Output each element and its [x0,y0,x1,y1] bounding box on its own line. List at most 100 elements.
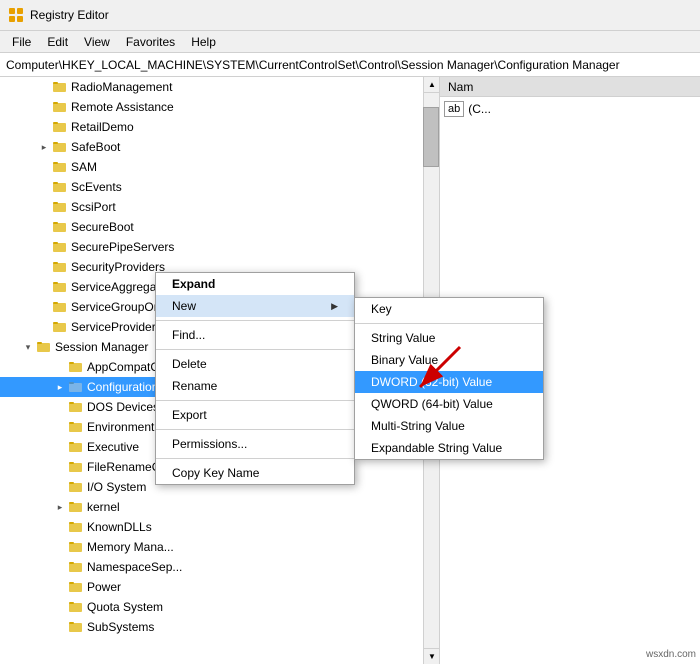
tree-item-radiomanagement[interactable]: RadioManagement [0,77,439,97]
main-content: RadioManagement Remote Assistance Retail… [0,77,700,664]
tree-item-memorymana[interactable]: Memory Mana... [0,537,439,557]
tree-item-scsiport[interactable]: ScsiPort [0,197,439,217]
submenu-divider-1 [355,323,543,324]
menu-favorites[interactable]: Favorites [118,33,183,51]
folder-icon [52,80,68,94]
expand-arrow [52,439,68,455]
tree-item-label: Executive [87,440,139,454]
tree-item-label: SafeBoot [71,140,120,154]
menu-edit[interactable]: Edit [39,33,76,51]
folder-icon [52,320,68,334]
folder-icon [52,140,68,154]
expand-arrow [36,259,52,275]
folder-icon [68,600,84,614]
expand-arrow [52,519,68,535]
tree-item-knowndlls[interactable]: KnownDLLs [0,517,439,537]
tree-item-label: SubSystems [87,620,154,634]
scrollbar-up-button[interactable]: ▲ [424,77,440,93]
submenu-dwordvalue[interactable]: DWORD (32-bit) Value [355,371,543,393]
tree-item-label: ScsiPort [71,200,116,214]
ctx-find[interactable]: Find... [156,324,354,346]
tree-item-secureboot[interactable]: SecureBoot [0,217,439,237]
expand-arrow [36,279,52,295]
submenu-key[interactable]: Key [355,298,543,320]
scrollbar-thumb[interactable] [423,107,439,167]
submenu-multistringvalue[interactable]: Multi-String Value [355,415,543,437]
expand-arrow [36,239,52,255]
window-title: Registry Editor [30,8,109,22]
folder-icon [52,280,68,294]
folder-icon [68,500,84,514]
ctx-permissions[interactable]: Permissions... [156,433,354,455]
ctx-delete[interactable]: Delete [156,353,354,375]
expand-arrow [36,299,52,315]
tree-item-power[interactable]: Power [0,577,439,597]
menu-file[interactable]: File [4,33,39,51]
submenu[interactable]: Key String Value Binary Value DWORD (32-… [354,297,544,460]
context-menu[interactable]: Expand New ▶ Find... Delete Rename Expor… [155,272,355,485]
submenu-arrow-icon: ▶ [331,301,338,312]
tree-item-scevents[interactable]: ScEvents [0,177,439,197]
expand-arrow [52,459,68,475]
tree-item-label: kernel [87,500,120,514]
folder-icon [52,200,68,214]
values-header: Nam [440,77,700,97]
folder-icon [68,400,84,414]
app-icon [8,7,24,23]
tree-item-quotasystem[interactable]: Quota System [0,597,439,617]
folder-icon [52,180,68,194]
submenu-stringvalue[interactable]: String Value [355,327,543,349]
ctx-divider-4 [156,429,354,430]
folder-icon [68,620,84,634]
expand-arrow [20,339,36,355]
ctx-divider-1 [156,320,354,321]
expand-arrow [36,119,52,135]
expand-arrow [36,179,52,195]
expand-arrow [36,219,52,235]
menu-help[interactable]: Help [183,33,224,51]
expand-arrow [36,99,52,115]
tree-item-safeboot[interactable]: SafeBoot [0,137,439,157]
tree-item-securepipeservers[interactable]: SecurePipeServers [0,237,439,257]
tree-item-label: SecureBoot [71,220,134,234]
ab-icon: ab [444,101,464,117]
tree-item-label: Session Manager [55,340,148,354]
tree-item-label: Remote Assistance [71,100,174,114]
tree-item-label: Environment [87,420,154,434]
expand-arrow [52,379,68,395]
tree-item-sam[interactable]: SAM [0,157,439,177]
folder-icon [52,120,68,134]
folder-icon [52,160,68,174]
expand-arrow [52,359,68,375]
tree-item-remoteassistance[interactable]: Remote Assistance [0,97,439,117]
tree-item-subsystems[interactable]: SubSystems [0,617,439,637]
submenu-qwordvalue[interactable]: QWORD (64-bit) Value [355,393,543,415]
title-bar: Registry Editor [0,0,700,31]
ctx-new[interactable]: New ▶ [156,295,354,317]
ctx-copykeyname[interactable]: Copy Key Name [156,462,354,484]
tree-item-label: SecurityProviders [71,260,165,274]
folder-icon [52,260,68,274]
ctx-export[interactable]: Export [156,404,354,426]
expand-arrow [36,79,52,95]
tree-item-namespacesep[interactable]: NamespaceSep... [0,557,439,577]
tree-item-kernel[interactable]: kernel [0,497,439,517]
ctx-divider-2 [156,349,354,350]
submenu-binaryvalue[interactable]: Binary Value [355,349,543,371]
tree-item-label: SAM [71,160,97,174]
ctx-rename[interactable]: Rename [156,375,354,397]
submenu-expandablestringvalue[interactable]: Expandable String Value [355,437,543,459]
col-name-header: Nam [444,80,477,94]
folder-icon [68,420,84,434]
ctx-expand[interactable]: Expand [156,273,354,295]
tree-item-label: Power [87,580,121,594]
menu-view[interactable]: View [76,33,118,51]
tree-item-label: NamespaceSep... [87,560,182,574]
tree-item-label: I/O System [87,480,146,494]
menu-bar: File Edit View Favorites Help [0,31,700,53]
tree-item-label: Memory Mana... [87,540,174,554]
scrollbar-down-button[interactable]: ▼ [424,648,440,664]
tree-item-retaildemo[interactable]: RetailDemo [0,117,439,137]
expand-arrow [52,399,68,415]
value-type-label: (C... [468,102,491,116]
